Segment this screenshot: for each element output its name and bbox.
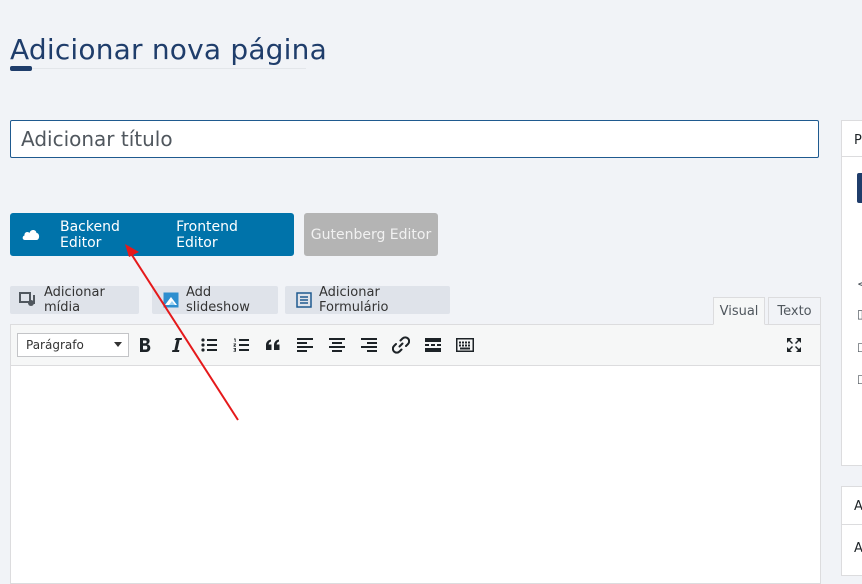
form-icon [296, 292, 312, 308]
backend-editor-button[interactable]: Backend Editor [60, 219, 154, 251]
page-builder-logo-icon [22, 228, 40, 242]
bullet-list-icon[interactable] [193, 329, 225, 361]
fullscreen-icon[interactable] [778, 329, 810, 361]
checkbox-icon: ☐ [857, 341, 862, 355]
slideshow-icon [163, 292, 179, 308]
publish-panel: P < ▯ ☐ ☐ [841, 120, 862, 466]
bold-icon[interactable] [129, 329, 161, 361]
panel-divider [842, 156, 862, 157]
align-right-icon[interactable] [353, 329, 385, 361]
frontend-editor-button[interactable]: Frontend Editor [176, 219, 272, 251]
gutenberg-editor-button[interactable]: Gutenberg Editor [304, 213, 438, 256]
add-media-button[interactable]: Adicionar mídia [10, 285, 139, 315]
attributes-panel-subheading: A [854, 541, 862, 556]
italic-icon[interactable] [161, 329, 193, 361]
format-select[interactable]: Parágrafo [17, 333, 129, 357]
add-media-label: Adicionar mídia [44, 285, 105, 315]
publish-panel-heading: P [854, 133, 862, 148]
post-title-input[interactable] [10, 120, 819, 158]
add-form-button[interactable]: Adicionar Formulário [285, 285, 450, 315]
blockquote-icon[interactable] [257, 329, 289, 361]
page-title: Adicionar nova página [10, 32, 327, 66]
chevron-down-icon [114, 342, 122, 347]
editor-toolbar: Parágrafo [11, 325, 820, 366]
add-slideshow-button[interactable]: Add slideshow [152, 285, 278, 315]
code-icon: < [857, 277, 862, 291]
attributes-panel-heading: A [854, 499, 862, 514]
page-builder-switch: Backend Editor Frontend Editor [10, 213, 294, 256]
save-draft-button[interactable] [857, 173, 862, 203]
align-center-icon[interactable] [321, 329, 353, 361]
panel-divider [842, 524, 862, 525]
numbered-list-icon[interactable] [225, 329, 257, 361]
read-more-icon[interactable] [417, 329, 449, 361]
title-divider [10, 68, 306, 69]
content-editor: Parágrafo [10, 324, 821, 584]
format-select-value: Parágrafo [26, 338, 84, 352]
tab-visual[interactable]: Visual [713, 297, 765, 325]
tab-text[interactable]: Texto [768, 297, 821, 325]
media-icon [19, 292, 37, 308]
attributes-panel: A A [841, 486, 862, 576]
align-left-icon[interactable] [289, 329, 321, 361]
calendar-icon: ▯ [857, 307, 862, 321]
title-accent-bar [10, 66, 32, 71]
add-slideshow-label: Add slideshow [186, 285, 250, 315]
add-form-label: Adicionar Formulário [319, 285, 389, 315]
link-icon[interactable] [385, 329, 417, 361]
toolbar-toggle-icon[interactable] [449, 329, 481, 361]
checkbox-icon: ☐ [857, 373, 862, 387]
